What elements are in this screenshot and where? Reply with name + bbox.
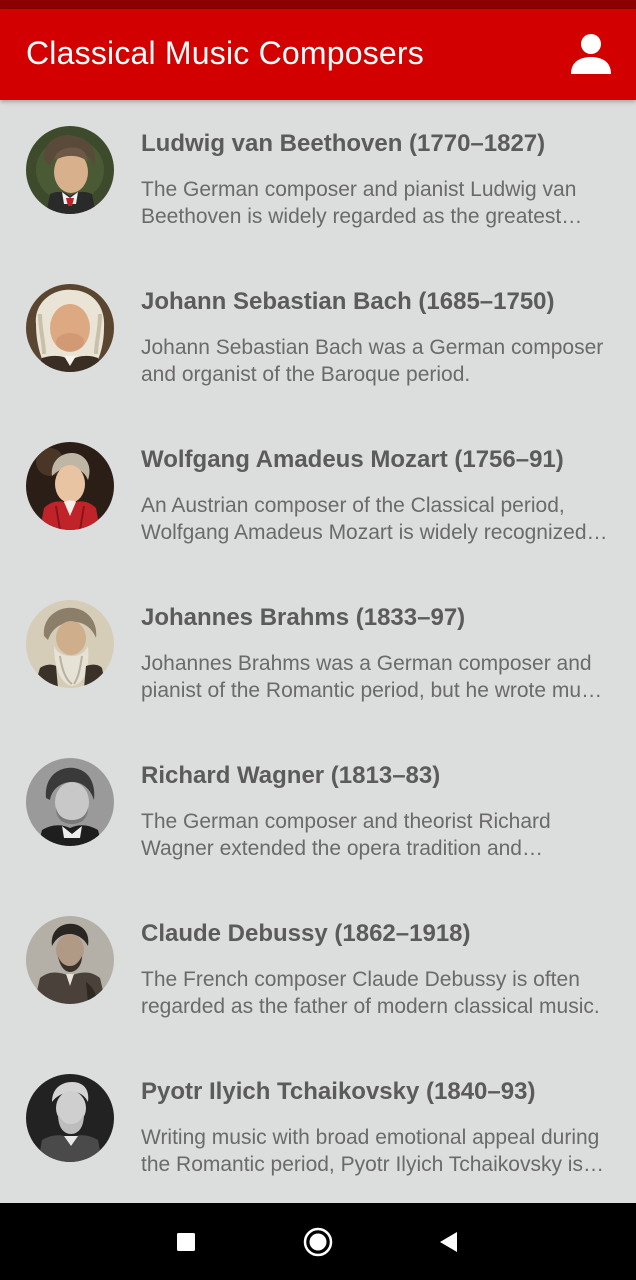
composer-description: Johann Sebastian Bach was a German compo… xyxy=(141,336,604,386)
app-title: Classical Music Composers xyxy=(26,35,424,71)
debussy-portrait-icon xyxy=(26,916,114,1004)
home-button[interactable] xyxy=(301,1225,335,1259)
composer-name: Johannes Brahms (1833–97) xyxy=(141,604,466,631)
triangle-back-icon xyxy=(440,1232,457,1252)
app-bar: Classical Music Composers xyxy=(0,9,636,100)
recents-button[interactable] xyxy=(169,1225,203,1259)
circle-home-icon xyxy=(303,1227,333,1257)
system-nav-bar xyxy=(0,1203,636,1280)
composer-name: Wolfgang Amadeus Mozart (1756–91) xyxy=(141,446,564,473)
list-item[interactable]: Ludwig van Beethoven (1770–1827) The Ger… xyxy=(0,100,636,258)
list-item[interactable]: Richard Wagner (1813–83) The German comp… xyxy=(0,732,636,890)
composer-description: An Austrian composer of the Classical pe… xyxy=(141,494,587,544)
list-item[interactable]: Pyotr Ilyich Tchaikovsky (1840–93) Writi… xyxy=(0,1048,636,1203)
brahms-portrait-icon xyxy=(26,600,114,688)
composer-name: Johann Sebastian Bach (1685–1750) xyxy=(141,288,555,315)
composer-description: The German composer and pianist Ludwig v… xyxy=(141,178,577,228)
list-item[interactable]: Wolfgang Amadeus Mozart (1756–91) An Aus… xyxy=(0,416,636,574)
composer-description: The German composer and theorist Richard… xyxy=(141,810,551,860)
composer-name: Ludwig van Beethoven (1770–1827) xyxy=(141,130,546,157)
composer-name: Pyotr Ilyich Tchaikovsky (1840–93) xyxy=(141,1078,536,1105)
list-item[interactable]: Claude Debussy (1862–1918) The French co… xyxy=(0,890,636,1048)
composer-description: Johannes Brahms was a German composer an… xyxy=(141,652,607,702)
composer-description: The French composer Claude Debussy is of… xyxy=(141,968,600,1018)
status-bar xyxy=(0,0,636,9)
composer-list[interactable]: Ludwig van Beethoven (1770–1827) The Ger… xyxy=(0,100,636,1203)
mozart-portrait-icon xyxy=(26,442,114,530)
composer-name: Claude Debussy (1862–1918) xyxy=(141,920,471,947)
square-recents-icon xyxy=(177,1233,195,1251)
person-icon xyxy=(571,34,611,74)
bach-portrait-icon xyxy=(26,284,114,372)
list-item[interactable]: Johann Sebastian Bach (1685–1750) Johann… xyxy=(0,258,636,416)
composer-description: Writing music with broad emotional appea… xyxy=(141,1126,600,1176)
composer-name: Richard Wagner (1813–83) xyxy=(141,762,441,789)
beethoven-portrait-icon xyxy=(26,126,114,214)
tchaikovsky-portrait-icon xyxy=(26,1074,114,1162)
profile-button[interactable] xyxy=(568,31,614,77)
back-button[interactable] xyxy=(431,1225,465,1259)
list-item[interactable]: Johannes Brahms (1833–97) Johannes Brahm… xyxy=(0,574,636,732)
wagner-portrait-icon xyxy=(26,758,114,846)
